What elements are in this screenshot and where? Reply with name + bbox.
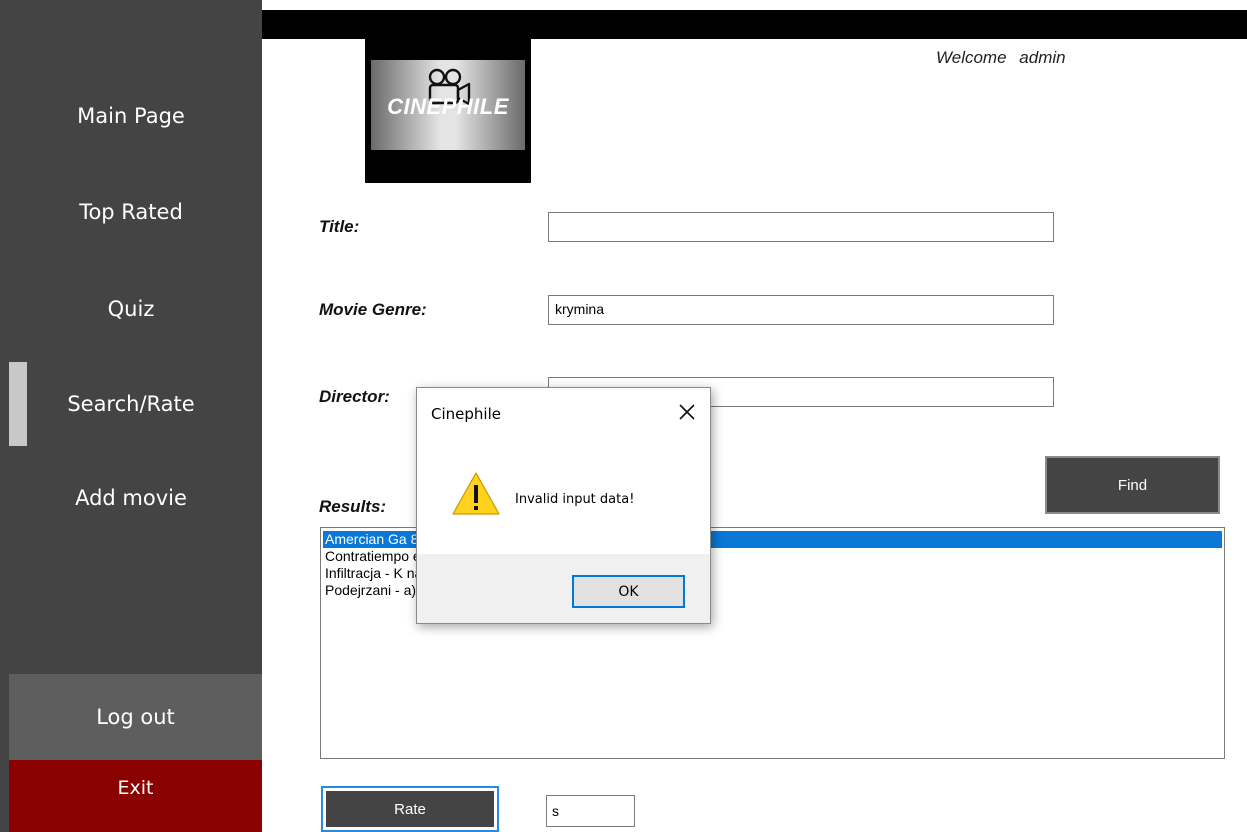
title-input[interactable] [548,212,1054,242]
sidebar-item-quiz[interactable]: Quiz [0,297,262,321]
dialog-footer: OK [417,554,710,623]
sidebar-item-add-movie[interactable]: Add movie [0,486,262,510]
top-bar [262,10,1247,39]
director-label: Director: [319,387,390,406]
ok-button[interactable]: OK [572,575,685,608]
logout-button[interactable]: Log out [9,674,262,760]
message-dialog: Cinephile Invalid input data! OK [416,387,711,624]
dialog-title: Cinephile [431,405,501,423]
welcome-label: Welcome [936,48,1007,67]
welcome-message: Welcome admin [936,48,1066,68]
app-logo: CINEPHILE [365,39,531,183]
warning-icon [452,472,500,515]
sidebar-item-top-rated[interactable]: Top Rated [0,200,262,224]
movie-genre-label: Movie Genre: [319,300,427,319]
rate-button-label: Rate [326,791,494,827]
rating-input[interactable]: s [546,795,635,827]
logo-text: CINEPHILE [387,94,509,119]
movie-genre-input[interactable]: krymina [548,295,1054,325]
rate-button[interactable]: Rate [321,786,499,832]
dialog-message: Invalid input data! [515,492,635,507]
username: admin [1019,48,1066,67]
sidebar: Main Page Top Rated Quiz Search/Rate Add… [0,0,262,832]
results-label: Results: [319,497,387,516]
exit-button[interactable]: Exit [9,760,262,832]
find-button[interactable]: Find [1045,456,1220,514]
sidebar-item-search-rate[interactable]: Search/Rate [0,392,262,416]
sidebar-item-main-page[interactable]: Main Page [0,104,262,128]
close-icon[interactable] [675,400,699,424]
title-label: Title: [319,217,360,236]
